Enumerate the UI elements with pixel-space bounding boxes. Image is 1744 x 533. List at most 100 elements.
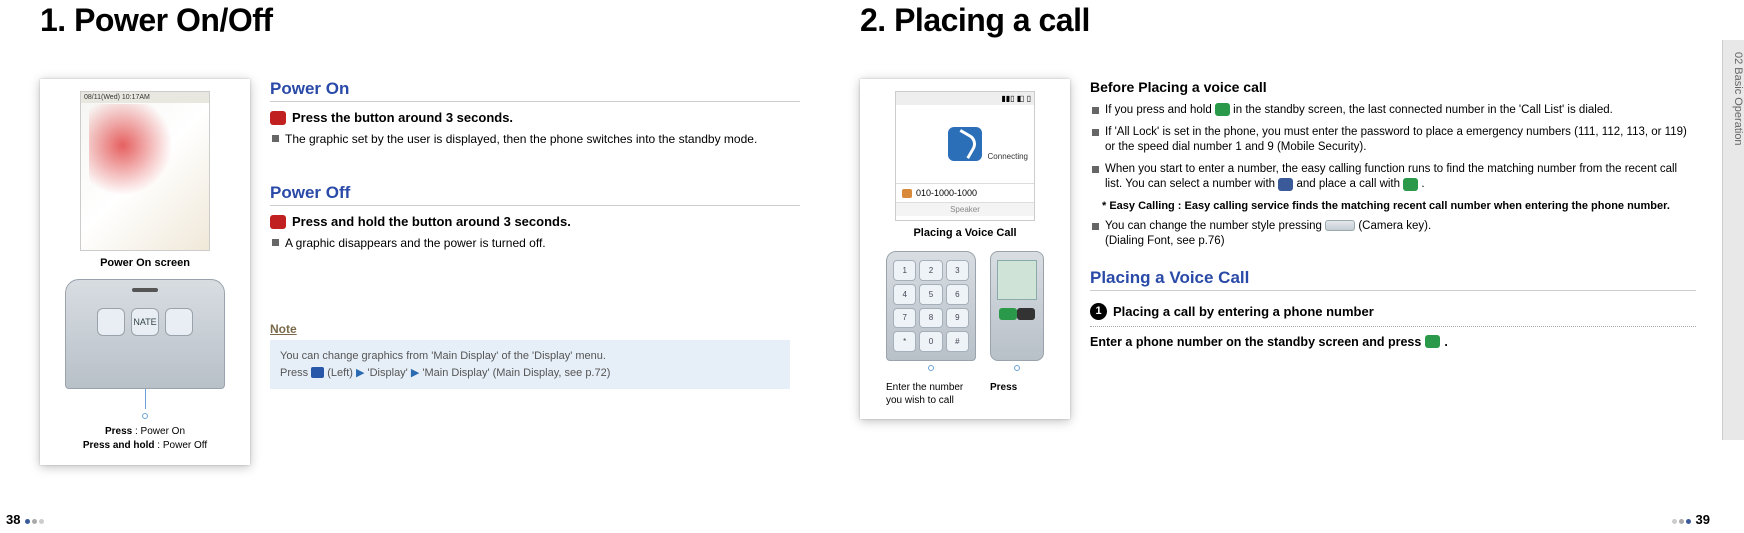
bullet-icon: [1092, 166, 1099, 173]
power-on-bullet: The graphic set by the user is displayed…: [270, 131, 800, 147]
power-on-bullet-text: The graphic set by the user is displayed…: [285, 131, 757, 147]
phone-status-bar: 08/11(Wed) 10:17AM: [81, 92, 209, 103]
step-1-body: Enter a phone number on the standby scre…: [1090, 335, 1696, 349]
step-1-title: 1 Placing a call by entering a phone num…: [1090, 303, 1696, 327]
callout-dot: [142, 413, 148, 419]
note-line2: Press (Left) ▶ 'Display' ▶ 'Main Display…: [280, 365, 780, 382]
call-status-bar: ▮▮▯ ◧ ▯: [896, 92, 1034, 105]
press-caption: Press: [990, 381, 1044, 407]
send-key-icon: [1425, 335, 1440, 348]
before-b2: If 'All Lock' is set in the phone, you m…: [1090, 125, 1696, 156]
before-placing-title: Before Placing a voice call: [1090, 79, 1696, 97]
power-on-section: Power On Press the button around 3 secon…: [270, 79, 800, 147]
mini-right-key: [1017, 308, 1035, 320]
keypad: 123 456 789 *0#: [886, 251, 976, 361]
keypad-group: 123 456 789 *0#: [886, 251, 976, 371]
camera-key-icon: [1325, 220, 1355, 231]
keypad-captions: Enter the number you wish to call Press: [872, 371, 1058, 407]
enter-number-caption: Enter the number you wish to call: [886, 381, 976, 407]
key-7: 7: [893, 308, 916, 329]
power-on-title: Power On: [270, 79, 800, 102]
bullet-icon: [1092, 107, 1099, 114]
power-off-title: Power Off: [270, 183, 800, 206]
triangle-icon: ▶: [356, 367, 364, 379]
calling-screen: ▮▮▯ ◧ ▯ Connecting 010-1000-1000 Speaker: [895, 91, 1035, 221]
heading-power: 1. Power On/Off: [40, 2, 800, 39]
placing-text-col: Before Placing a voice call If you press…: [1090, 79, 1724, 419]
key-3: 3: [946, 260, 969, 281]
phone-soft-left: [97, 308, 125, 336]
mini-phone: [990, 251, 1044, 361]
page-right: 2. Placing a call ▮▮▯ ◧ ▯ Connecting 010…: [840, 0, 1744, 533]
power-off-bullet: A graphic disappears and the power is tu…: [270, 235, 800, 251]
send-key-icon: [1215, 103, 1230, 116]
note-box: You can change graphics from 'Main Displ…: [270, 340, 790, 389]
before-b1: If you press and hold in the standby scr…: [1090, 103, 1696, 119]
end-key-icon: [270, 215, 286, 229]
miniphone-group: [990, 251, 1044, 371]
key-8: 8: [919, 308, 942, 329]
page-left: 1. Power On/Off 08/11(Wed) 10:17AM Power…: [0, 0, 840, 533]
before-bullets: If you press and hold in the standby scr…: [1090, 103, 1696, 250]
step-title-text: Placing a call by entering a phone numbe…: [1113, 304, 1374, 319]
key-6: 6: [946, 284, 969, 305]
press-hold-action: : Power Off: [155, 440, 208, 451]
bullet-icon: [1092, 223, 1099, 230]
power-text-col: Power On Press the button around 3 secon…: [270, 79, 800, 465]
page-dots: [1671, 512, 1692, 527]
note-section: Note You can change graphics from 'Main …: [270, 321, 800, 389]
placing-caption: Placing a Voice Call: [872, 227, 1058, 239]
end-key-icon: [270, 111, 286, 125]
before-b4: You can change the number style pressing…: [1090, 219, 1696, 250]
page-number-right: 39: [1671, 512, 1710, 527]
key-star: *: [893, 331, 916, 352]
mini-screen: [997, 260, 1037, 300]
key-hash: #: [946, 331, 969, 352]
power-off-bullet-text: A graphic disappears and the power is tu…: [285, 235, 546, 251]
call-softkey: Speaker: [896, 202, 1034, 216]
note-label: Note: [270, 322, 297, 336]
send-key-icon: [1403, 178, 1418, 191]
handset-icon: [948, 127, 982, 161]
placing-voice-title: Placing a Voice Call: [1090, 268, 1696, 291]
power-on-caption: Power On screen: [52, 257, 238, 269]
nav-key-icon: [311, 367, 324, 378]
heading-placing: 2. Placing a call: [860, 2, 1724, 39]
callout-line: [145, 389, 146, 409]
phone-illustration-col: 08/11(Wed) 10:17AM Power On screen NATE …: [40, 79, 250, 465]
page-dots: [24, 512, 45, 527]
phone-speaker: [132, 288, 158, 292]
wallpaper-swirl: [89, 104, 201, 242]
keypad-row: 123 456 789 *0#: [872, 251, 1058, 371]
power-off-section: Power Off Press and hold the button arou…: [270, 183, 800, 251]
key-0: 0: [919, 331, 942, 352]
bullet-icon: [1092, 129, 1099, 136]
step-number: 1: [1090, 303, 1107, 320]
easy-calling-note: * Easy Calling : Easy calling service fi…: [1090, 199, 1696, 213]
press-action: : Power On: [132, 426, 185, 437]
power-on-instr-text: Press the button around 3 seconds.: [292, 110, 513, 125]
before-b3: When you start to enter a number, the ea…: [1090, 162, 1696, 193]
connecting-label: Connecting: [988, 152, 1028, 161]
power-off-instr-text: Press and hold the button around 3 secon…: [292, 214, 571, 229]
phone-screen: 08/11(Wed) 10:17AM: [80, 91, 210, 251]
callout-dot: [928, 365, 934, 371]
key-2: 2: [919, 260, 942, 281]
key-9: 9: [946, 308, 969, 329]
placing-content-row: ▮▮▯ ◧ ▯ Connecting 010-1000-1000 Speaker…: [860, 79, 1724, 419]
phone-nav-center: NATE: [131, 308, 159, 336]
bullet-icon: [272, 135, 279, 142]
placing-phone-card: ▮▮▯ ◧ ▯ Connecting 010-1000-1000 Speaker…: [860, 79, 1070, 419]
phone-soft-right: [165, 308, 193, 336]
phone-card: 08/11(Wed) 10:17AM Power On screen NATE …: [40, 79, 250, 465]
power-off-instr: Press and hold the button around 3 secon…: [270, 214, 800, 229]
press-caption: Press : Power On Press and hold : Power …: [52, 425, 238, 453]
call-number: 010-1000-1000: [916, 188, 977, 198]
press-label: Press: [105, 426, 132, 437]
page-number-left: 38: [6, 512, 45, 527]
phone-button-row: NATE: [66, 308, 224, 336]
power-on-instr: Press the button around 3 seconds.: [270, 110, 800, 125]
book-icon: [902, 189, 912, 198]
call-body: Connecting: [896, 105, 1034, 183]
nav-key-icon: [1278, 178, 1293, 191]
